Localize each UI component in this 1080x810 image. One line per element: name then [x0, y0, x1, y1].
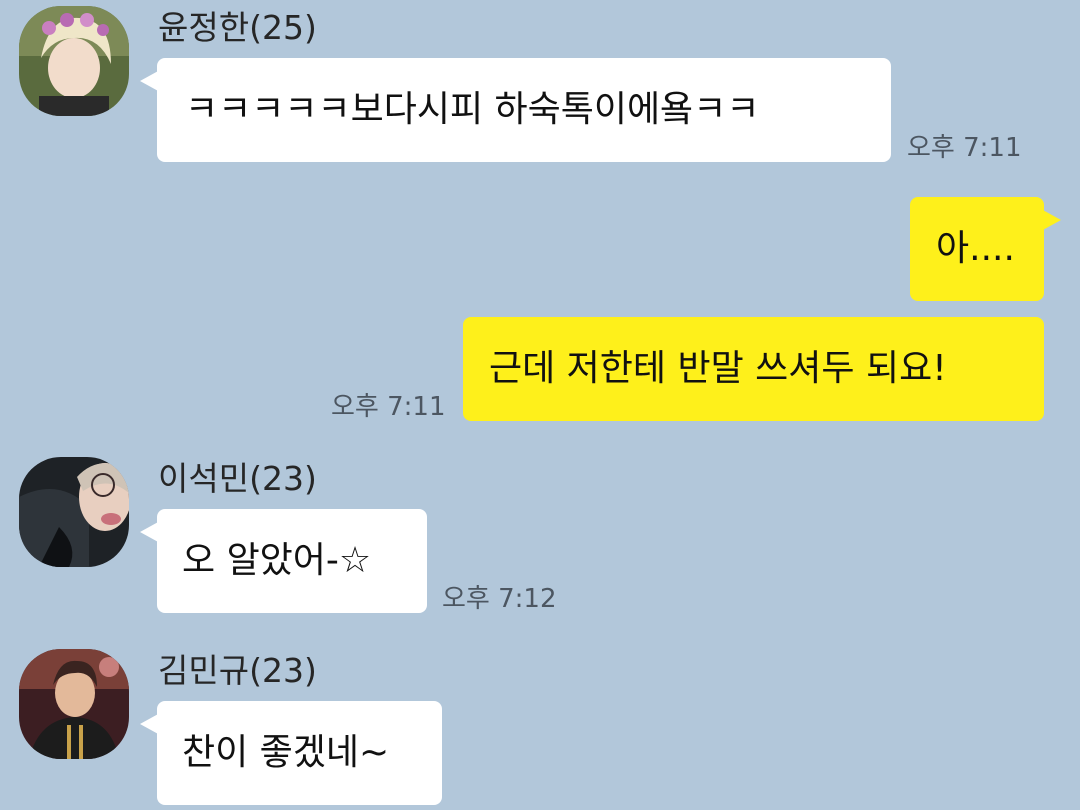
profile-avatar[interactable] [19, 457, 129, 567]
message-bubble[interactable]: 찬이 좋겠네~ [140, 701, 442, 805]
profile-avatar[interactable] [19, 649, 129, 759]
message-timestamp: 오후 7:11 [907, 133, 1022, 163]
profile-photo-icon [19, 457, 129, 567]
chat-room: 윤정한(25) ㅋㅋㅋㅋㅋ보다시피 하숙톡이에욬ㅋㅋ 오후 7:11 아....… [0, 0, 1080, 810]
message-bubble[interactable]: ㅋㅋㅋㅋㅋ보다시피 하숙톡이에욬ㅋㅋ [140, 58, 891, 162]
profile-photo-icon [19, 6, 129, 116]
message-bubble[interactable]: 근데 저한테 반말 쓰셔두 되요! [463, 317, 1044, 421]
message-timestamp: 오후 7:11 [331, 392, 446, 422]
message-text: 오 알았어-☆ [182, 540, 372, 581]
message-text: ㅋㅋㅋㅋㅋ보다시피 하숙톡이에욬ㅋㅋ [185, 89, 760, 130]
profile-avatar[interactable] [19, 6, 129, 116]
profile-photo-icon [19, 649, 129, 759]
message-bubble[interactable]: 아.... [910, 197, 1061, 301]
message-text: 아.... [936, 228, 1015, 269]
sender-name: 이석민(23) [158, 459, 317, 498]
message-text: 근데 저한테 반말 쓰셔두 되요! [489, 348, 947, 389]
sender-name: 김민규(23) [158, 651, 317, 690]
message-bubble[interactable]: 오 알았어-☆ [140, 509, 427, 613]
message-timestamp: 오후 7:12 [442, 584, 557, 614]
sender-name: 윤정한(25) [158, 8, 317, 47]
message-text: 찬이 좋겠네~ [182, 732, 390, 773]
